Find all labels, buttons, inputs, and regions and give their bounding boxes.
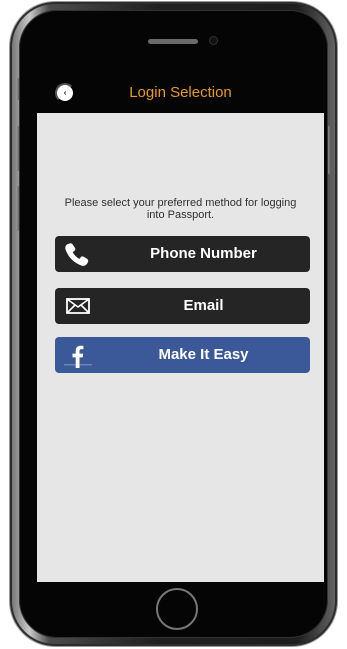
login-instruction: Please select your preferred method for …: [64, 197, 297, 221]
email-button-label: Email: [183, 297, 224, 314]
phone-number-login-button[interactable]: Phone Number: [55, 236, 310, 272]
chevron-left-icon: [63, 91, 66, 95]
back-button[interactable]: [55, 83, 75, 103]
earpiece-speaker: [148, 39, 198, 44]
phone-number-button-label: Phone Number: [150, 245, 257, 262]
navigation-bar: Login Selection: [37, 73, 324, 113]
front-camera: [210, 37, 217, 44]
email-login-button[interactable]: Email: [55, 288, 310, 324]
facebook-icon: [64, 345, 92, 368]
page-title: Login Selection: [129, 84, 232, 101]
home-button[interactable]: [156, 588, 198, 630]
facebook-button-label: Make It Easy: [158, 346, 249, 363]
app-screen: Login Selection Please select your prefe…: [37, 73, 324, 582]
phone-icon: [65, 243, 89, 266]
envelope-icon: [66, 298, 90, 314]
facebook-login-button[interactable]: Make It Easy: [55, 337, 310, 373]
